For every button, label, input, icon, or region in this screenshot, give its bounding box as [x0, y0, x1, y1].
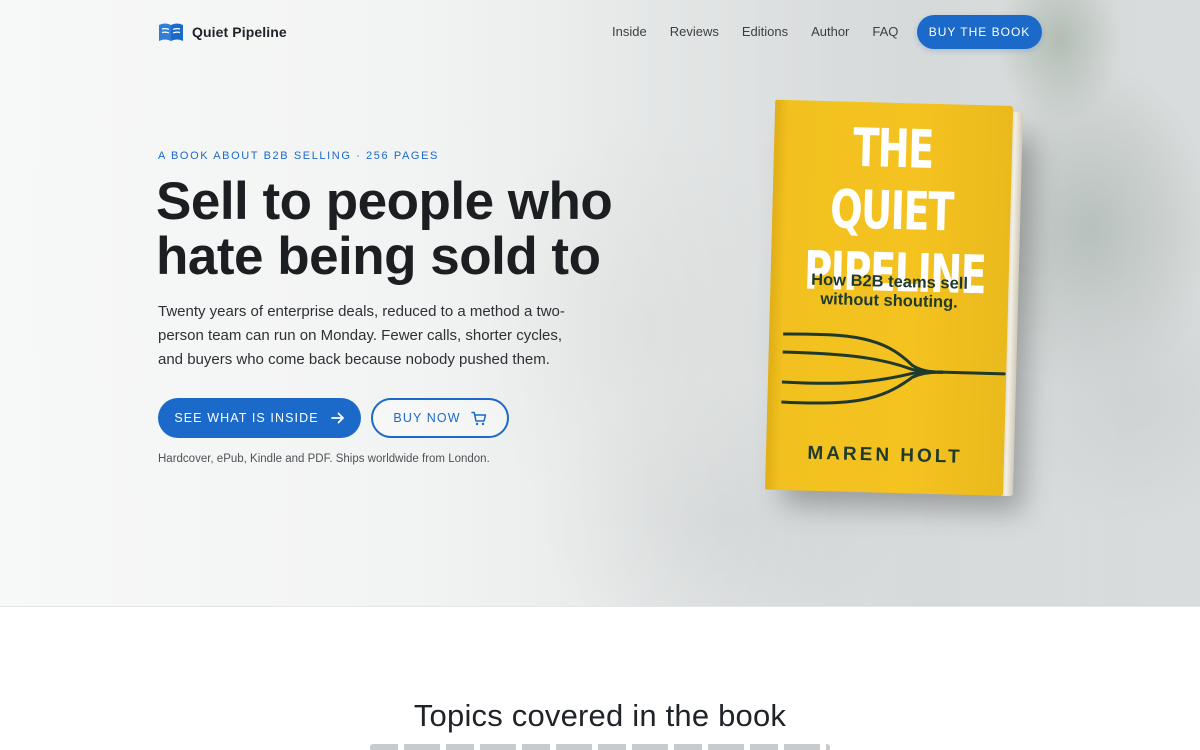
cart-icon: [470, 411, 486, 425]
nav-links: Inside Reviews Editions Author FAQ: [612, 24, 898, 39]
pipeline-converging-lines-icon: [781, 332, 1006, 405]
buy-now-label: BUY NOW: [393, 411, 461, 425]
hero-cta-row: SEE WHAT IS INSIDE BUY NOW: [158, 398, 509, 438]
nav-link-editions[interactable]: Editions: [742, 24, 788, 39]
formats-note: Hardcover, ePub, Kindle and PDF. Ships w…: [158, 453, 490, 465]
brand-logo-link[interactable]: Quiet Pipeline: [158, 22, 287, 42]
cover-subtitle: How B2B teams sell without shouting.: [770, 270, 1009, 314]
arrow-right-icon: [330, 412, 344, 424]
nav-link-reviews[interactable]: Reviews: [670, 24, 719, 39]
open-book-icon: [159, 23, 183, 41]
nav-link-author[interactable]: Author: [811, 24, 849, 39]
cover-author: MAREN HOLT: [807, 442, 963, 468]
hero-lead: Twenty years of enterprise deals, reduce…: [158, 303, 565, 368]
book-cover-image: THE QUIET PIPELINE How B2B teams sell wi…: [765, 99, 1033, 512]
topics-title: Topics covered in the book: [413, 698, 787, 733]
see-what-is-inside-button[interactable]: SEE WHAT IS INSIDE: [158, 398, 361, 438]
topics-subtitle-cutoff: [370, 744, 830, 750]
see-what-is-inside-label: SEE WHAT IS INSIDE: [174, 411, 319, 425]
hero-eyebrow: A BOOK ABOUT B2B SELLING · 256 PAGES: [158, 150, 439, 162]
nav-link-faq[interactable]: FAQ: [872, 24, 898, 39]
buy-now-button[interactable]: BUY NOW: [371, 398, 509, 438]
brand-name: Quiet Pipeline: [192, 24, 287, 40]
top-nav: Quiet Pipeline Inside Reviews Editions A…: [0, 0, 1200, 64]
book-cover: THE QUIET PIPELINE How B2B teams sell wi…: [765, 99, 1014, 496]
cover-title-line-1: THE QUIET: [829, 117, 954, 244]
hero-headline: Sell to people who hate being sold to: [156, 172, 613, 286]
buy-the-book-button[interactable]: BUY THE BOOK: [917, 15, 1042, 49]
nav-link-inside[interactable]: Inside: [612, 24, 647, 39]
hero-divider: [0, 606, 1200, 607]
